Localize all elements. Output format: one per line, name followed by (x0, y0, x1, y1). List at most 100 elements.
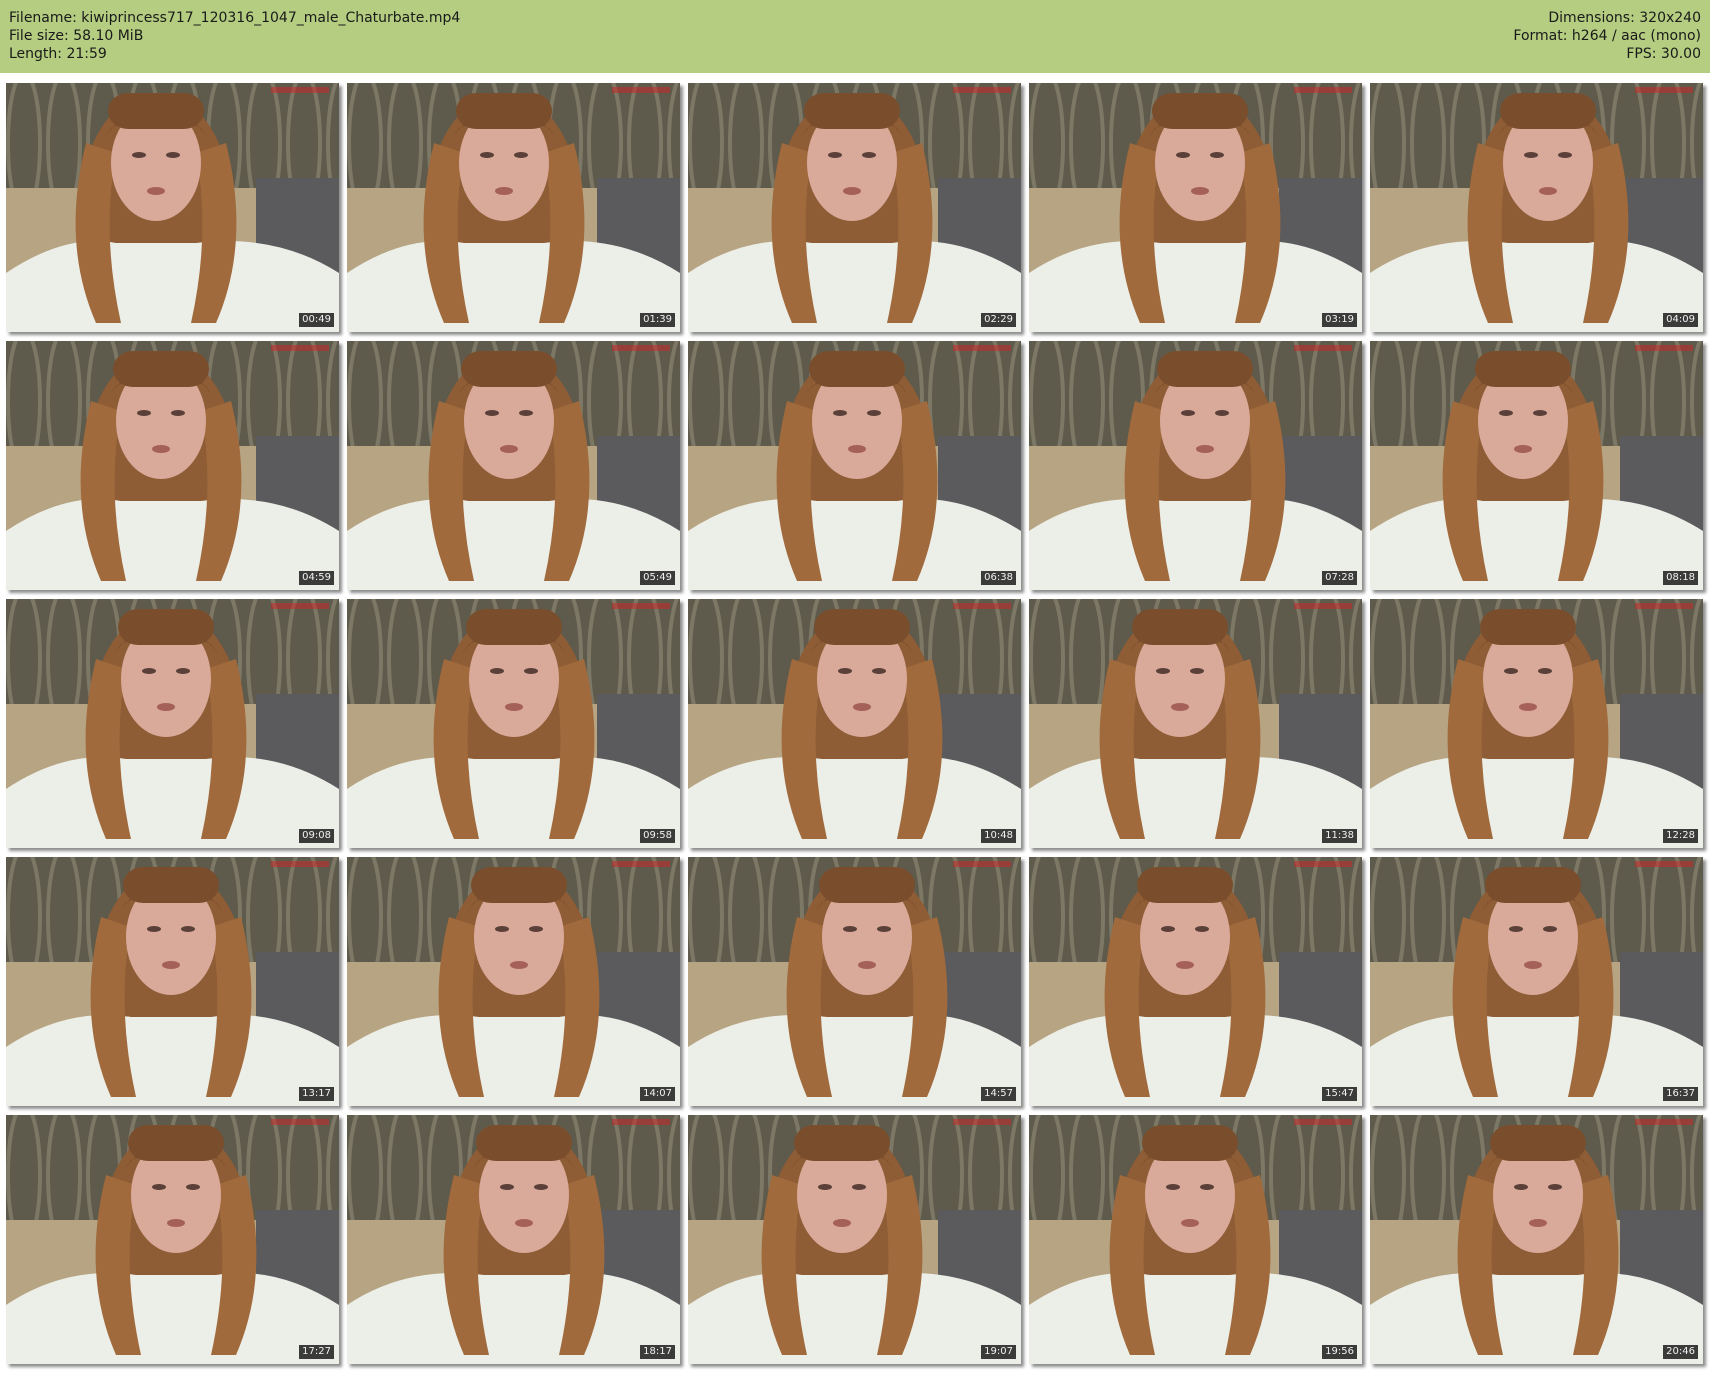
thumbnail-timestamp: 03:19 (1322, 313, 1357, 327)
video-thumbnail[interactable]: 14:07 (347, 857, 680, 1106)
video-frame-image (688, 857, 1021, 1106)
video-frame-image (6, 857, 339, 1106)
video-frame-image (688, 1115, 1021, 1364)
video-frame-image (1029, 599, 1362, 848)
video-thumbnail[interactable]: 10:48 (688, 599, 1021, 848)
thumbnail-timestamp: 04:59 (299, 571, 334, 585)
video-thumbnail[interactable]: 19:56 (1029, 1115, 1362, 1364)
video-thumbnail[interactable]: 18:17 (347, 1115, 680, 1364)
channel-watermark (1294, 87, 1352, 93)
video-frame-image (1370, 83, 1703, 332)
video-frame-image (6, 599, 339, 848)
thumbnail-timestamp: 01:39 (640, 313, 675, 327)
thumbnail-timestamp: 04:09 (1663, 313, 1698, 327)
video-thumbnail[interactable]: 03:19 (1029, 83, 1362, 332)
thumbnail-timestamp: 02:29 (981, 313, 1016, 327)
channel-watermark (1635, 603, 1693, 609)
video-frame-image (1029, 857, 1362, 1106)
video-thumbnail[interactable]: 16:37 (1370, 857, 1703, 1106)
channel-watermark (1635, 87, 1693, 93)
thumbnail-timestamp: 14:07 (640, 1087, 675, 1101)
video-thumbnail[interactable]: 20:46 (1370, 1115, 1703, 1364)
channel-watermark (612, 1119, 670, 1125)
video-frame-image (688, 599, 1021, 848)
channel-watermark (271, 1119, 329, 1125)
video-thumbnail[interactable]: 01:39 (347, 83, 680, 332)
channel-watermark (612, 87, 670, 93)
video-frame-image (1029, 1115, 1362, 1364)
channel-watermark (612, 861, 670, 867)
video-frame-image (6, 83, 339, 332)
video-thumbnail[interactable]: 19:07 (688, 1115, 1021, 1364)
video-frame-image (1029, 83, 1362, 332)
thumbnail-timestamp: 20:46 (1663, 1345, 1698, 1359)
thumbnail-timestamp: 05:49 (640, 571, 675, 585)
video-thumbnail[interactable]: 15:47 (1029, 857, 1362, 1106)
video-frame-image (688, 83, 1021, 332)
channel-watermark (271, 603, 329, 609)
video-frame-image (1029, 341, 1362, 590)
video-thumbnail[interactable]: 13:17 (6, 857, 339, 1106)
video-thumbnail[interactable]: 14:57 (688, 857, 1021, 1106)
video-thumbnail[interactable]: 09:08 (6, 599, 339, 848)
thumbnail-timestamp: 00:49 (299, 313, 334, 327)
thumbnail-timestamp: 06:38 (981, 571, 1016, 585)
thumbnail-timestamp: 14:57 (981, 1087, 1016, 1101)
thumbnail-timestamp: 07:28 (1322, 571, 1357, 585)
video-frame-image (1370, 1115, 1703, 1364)
video-thumbnail[interactable]: 07:28 (1029, 341, 1362, 590)
video-frame-image (347, 599, 680, 848)
video-frame-image (6, 341, 339, 590)
video-frame-image (1370, 341, 1703, 590)
thumbnail-timestamp: 17:27 (299, 1345, 334, 1359)
video-thumbnail[interactable]: 05:49 (347, 341, 680, 590)
video-frame-image (1370, 857, 1703, 1106)
thumbnail-timestamp: 16:37 (1663, 1087, 1698, 1101)
channel-watermark (271, 87, 329, 93)
video-thumbnail[interactable]: 04:09 (1370, 83, 1703, 332)
video-frame-image (347, 341, 680, 590)
channel-watermark (271, 345, 329, 351)
channel-watermark (612, 603, 670, 609)
channel-watermark (612, 345, 670, 351)
video-frame-image (6, 1115, 339, 1364)
channel-watermark (1294, 603, 1352, 609)
video-frame-image (347, 1115, 680, 1364)
video-thumbnail[interactable]: 00:49 (6, 83, 339, 332)
thumbnail-timestamp: 15:47 (1322, 1087, 1357, 1101)
thumbnail-timestamp: 12:28 (1663, 829, 1698, 843)
video-thumbnail[interactable]: 02:29 (688, 83, 1021, 332)
video-thumbnail[interactable]: 09:58 (347, 599, 680, 848)
channel-watermark (1635, 1119, 1693, 1125)
thumbnail-timestamp: 19:56 (1322, 1345, 1357, 1359)
channel-watermark (953, 603, 1011, 609)
video-frame-image (347, 83, 680, 332)
channel-watermark (953, 861, 1011, 867)
channel-watermark (271, 861, 329, 867)
channel-watermark (953, 87, 1011, 93)
video-thumbnail[interactable]: 17:27 (6, 1115, 339, 1364)
thumbnail-timestamp: 10:48 (981, 829, 1016, 843)
video-thumbnail[interactable]: 12:28 (1370, 599, 1703, 848)
video-frame-image (1370, 599, 1703, 848)
thumbnail-timestamp: 19:07 (981, 1345, 1016, 1359)
channel-watermark (953, 345, 1011, 351)
thumbnail-timestamp: 18:17 (640, 1345, 675, 1359)
channel-watermark (1294, 861, 1352, 867)
thumbnail-timestamp: 13:17 (299, 1087, 334, 1101)
channel-watermark (1635, 345, 1693, 351)
video-thumbnail[interactable]: 04:59 (6, 341, 339, 590)
channel-watermark (953, 1119, 1011, 1125)
channel-watermark (1294, 1119, 1352, 1125)
video-thumbnail[interactable]: 08:18 (1370, 341, 1703, 590)
channel-watermark (1294, 345, 1352, 351)
video-thumbnail[interactable]: 11:38 (1029, 599, 1362, 848)
channel-watermark (1635, 861, 1693, 867)
thumbnail-timestamp: 09:08 (299, 829, 334, 843)
video-frame-image (347, 857, 680, 1106)
video-frame-image (688, 341, 1021, 590)
video-thumbnail[interactable]: 06:38 (688, 341, 1021, 590)
thumbnail-grid: 00:49 01:39 02:29 03:19 04:09 04:59 05:49 06:38… (0, 0, 1710, 1373)
thumbnail-timestamp: 08:18 (1663, 571, 1698, 585)
thumbnail-timestamp: 09:58 (640, 829, 675, 843)
